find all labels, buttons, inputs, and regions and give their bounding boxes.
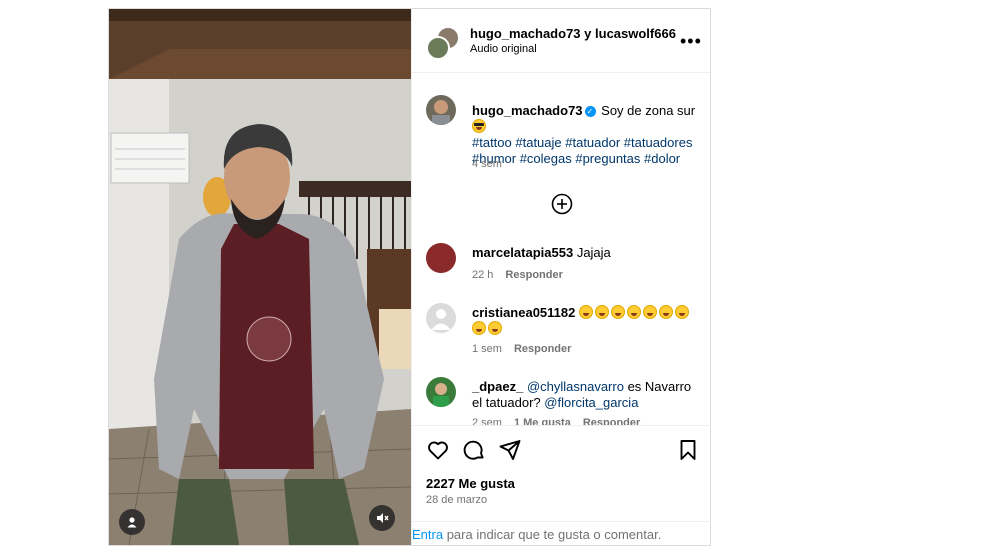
share-send-icon[interactable] <box>498 438 522 462</box>
user-icon <box>127 517 137 528</box>
author-username[interactable]: hugo_machado73 <box>470 26 581 41</box>
laughing-emoji-icon <box>643 305 657 319</box>
comments-scroll-area[interactable]: hugo_machado73 ✓ Soy de zona sur #tattoo … <box>412 73 711 425</box>
caption-time: 4 sem <box>472 158 502 170</box>
collaborator-username[interactable]: lucaswolf666 <box>595 26 676 41</box>
comment-text: Jajaja <box>576 245 611 260</box>
likes-count[interactable]: 2227 Me gusta <box>426 476 515 491</box>
laughing-emoji-icon <box>659 305 673 319</box>
comment-meta: 1 sem Responder <box>472 343 583 355</box>
comment-meta: 2 sem 1 Me gusta Responder <box>472 417 652 425</box>
comment-item: _dpaez_ @chyllasnavarro es Navarro el ta… <box>426 375 701 425</box>
save-bookmark-icon[interactable] <box>676 438 700 462</box>
comment-meta: 22 h Responder <box>472 269 575 281</box>
caption: hugo_machado73 ✓ Soy de zona sur #tattoo … <box>426 91 701 171</box>
verified-badge-icon: ✓ <box>584 106 596 117</box>
reply-button[interactable]: Responder <box>583 417 640 425</box>
laughing-emoji-icon <box>595 305 609 319</box>
comment-item: cristianea051182 1 sem Responder <box>426 301 701 357</box>
load-more-comments-icon[interactable] <box>551 193 573 215</box>
post-side-panel: hugo_machado73 y lucaswolf666 Audio orig… <box>411 9 711 545</box>
post-authors: hugo_machado73 y lucaswolf666 <box>470 26 676 41</box>
comment-time: 1 sem <box>472 343 502 355</box>
sunglasses-emoji-icon <box>472 119 486 133</box>
comment-text-block: cristianea051182 <box>472 305 701 337</box>
post-dialog: hugo_machado73 y lucaswolf666 Audio orig… <box>108 8 711 546</box>
comment-text-block: marcelatapia553 Jajaja <box>472 245 701 261</box>
video-frame <box>109 9 411 545</box>
caption-hashtags-1[interactable]: #tattoo #tatuaje #tatuador #tatuadores <box>472 135 692 150</box>
commenter-avatar[interactable] <box>426 243 456 273</box>
caption-username[interactable]: hugo_machado73 <box>472 103 583 118</box>
collaborator-avatar[interactable] <box>426 36 450 60</box>
comment-mention[interactable]: @florcita_garcia <box>544 395 638 410</box>
comment-mention[interactable]: @chyllasnavarro <box>527 379 624 394</box>
commenter-avatar[interactable] <box>426 377 456 407</box>
comment-item: marcelatapia553 Jajaja 22 h Responder <box>426 241 701 281</box>
reply-button[interactable]: Responder <box>505 269 562 281</box>
laughing-emoji-icon <box>675 305 689 319</box>
mute-button[interactable] <box>369 505 395 531</box>
comment-username[interactable]: marcelatapia553 <box>472 245 573 260</box>
post-date: 28 de marzo <box>426 494 488 506</box>
login-link[interactable]: Entra <box>412 527 443 542</box>
muted-speaker-icon <box>377 513 389 523</box>
like-heart-icon[interactable] <box>426 438 450 462</box>
tagged-users-button[interactable] <box>119 509 145 535</box>
audio-label[interactable]: Audio original <box>470 43 537 55</box>
laughing-emoji-icon <box>611 305 625 319</box>
login-prompt-text: para indicar que te gusta o comentar. <box>446 527 662 542</box>
authors-joiner: y <box>584 26 592 41</box>
login-prompt: Entra para indicar que te gusta o coment… <box>412 521 711 545</box>
post-actions: 2227 Me gusta 28 de marzo <box>412 425 711 522</box>
caption-hashtags-2[interactable]: #humor #colegas #preguntas #dolor <box>472 151 680 166</box>
caption-text: Soy de zona sur <box>601 103 696 118</box>
comment-time: 2 sem <box>472 417 502 425</box>
caption-text-block: hugo_machado73 ✓ Soy de zona sur #tattoo … <box>472 103 701 167</box>
comment-bubble-icon[interactable] <box>462 438 486 462</box>
comment-text-block: _dpaez_ @chyllasnavarro es Navarro el ta… <box>472 379 701 411</box>
commenter-avatar[interactable] <box>426 303 456 333</box>
laughing-emoji-icon <box>488 321 502 335</box>
laughing-emoji-icon <box>579 305 593 319</box>
post-header: hugo_machado73 y lucaswolf666 Audio orig… <box>412 9 710 73</box>
laughing-emoji-icon <box>472 321 486 335</box>
laughing-emoji-icon <box>627 305 641 319</box>
reply-button[interactable]: Responder <box>514 343 571 355</box>
comment-username[interactable]: cristianea051182 <box>472 305 575 320</box>
comment-likes[interactable]: 1 Me gusta <box>514 417 571 425</box>
comment-username[interactable]: _dpaez_ <box>472 379 523 394</box>
more-options-icon[interactable]: ••• <box>680 32 702 50</box>
caption-avatar[interactable] <box>426 95 456 125</box>
comment-time: 22 h <box>472 269 494 281</box>
post-video[interactable] <box>109 9 411 545</box>
